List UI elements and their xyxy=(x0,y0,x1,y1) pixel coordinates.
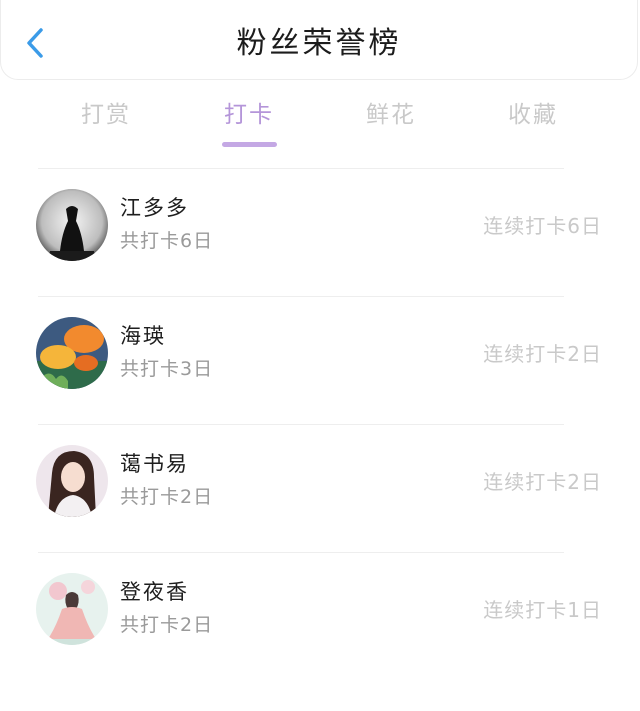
active-tab-indicator xyxy=(222,142,277,147)
avatar[interactable] xyxy=(36,445,108,517)
total-checkins: 共打卡2日 xyxy=(120,614,214,636)
divider xyxy=(38,424,564,425)
divider xyxy=(38,552,564,553)
streak-checkins: 连续打卡2日 xyxy=(483,342,602,366)
fan-name: 登夜香 xyxy=(120,580,189,604)
list-item[interactable]: 海瑛 共打卡3日 连续打卡2日 xyxy=(0,298,640,425)
streak-checkins: 连续打卡1日 xyxy=(483,598,602,622)
total-checkins: 共打卡2日 xyxy=(120,486,214,508)
tab-favorites[interactable]: 收藏 xyxy=(473,98,593,132)
fan-name: 海瑛 xyxy=(120,324,166,348)
total-checkins: 共打卡3日 xyxy=(120,358,214,380)
list-item[interactable]: 登夜香 共打卡2日 连续打卡1日 xyxy=(0,554,640,681)
avatar[interactable] xyxy=(36,573,108,645)
fan-name: 江多多 xyxy=(120,196,189,220)
page-title: 粉丝荣誉榜 xyxy=(236,26,402,61)
total-checkins: 共打卡6日 xyxy=(120,230,214,252)
tab-reward[interactable]: 打赏 xyxy=(46,98,166,132)
list-item[interactable]: 江多多 共打卡6日 连续打卡6日 xyxy=(0,170,640,297)
streak-checkins: 连续打卡2日 xyxy=(483,470,602,494)
list-item[interactable]: 蔼书易 共打卡2日 连续打卡2日 xyxy=(0,426,640,553)
fan-name: 蔼书易 xyxy=(120,452,189,476)
divider xyxy=(38,168,564,169)
divider xyxy=(38,296,564,297)
tab-bar: 打赏 打卡 鲜花 收藏 xyxy=(0,88,640,152)
tab-checkin[interactable]: 打卡 xyxy=(189,98,309,132)
streak-checkins: 连续打卡6日 xyxy=(483,214,602,238)
top-bar: 粉丝荣誉榜 xyxy=(0,0,638,80)
tab-flowers[interactable]: 鲜花 xyxy=(331,98,451,132)
avatar[interactable] xyxy=(36,189,108,261)
avatar[interactable] xyxy=(36,317,108,389)
